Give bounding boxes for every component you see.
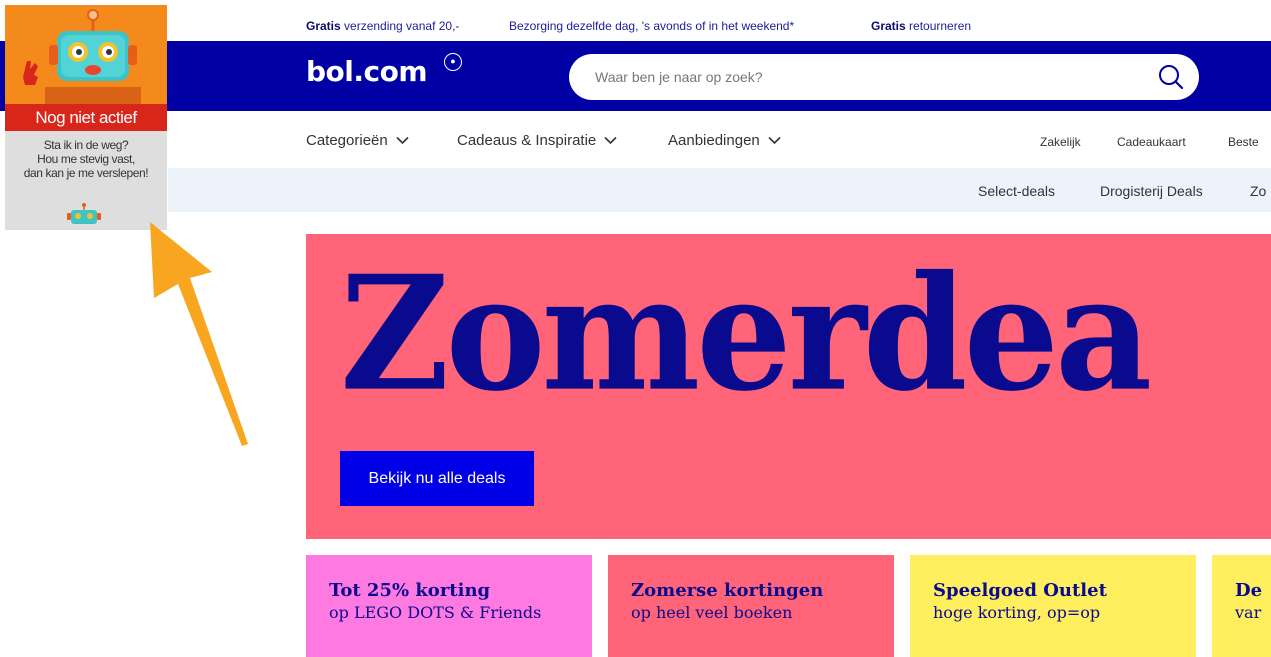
- nav-offers[interactable]: Aanbiedingen: [668, 132, 781, 149]
- chevron-down-icon: [768, 136, 781, 145]
- promo-tile-toys-outlet[interactable]: Speelgoed Outlet hoge korting, op=op: [910, 555, 1196, 657]
- usp-delivery[interactable]: Bezorging dezelfde dag, 's avonds of in …: [509, 19, 794, 33]
- site-header: bol.com ●: [0, 41, 1271, 111]
- subnav-select-deals[interactable]: Select-deals: [978, 183, 1055, 199]
- tile-subtitle: op LEGO DOTS & Friends: [329, 603, 542, 622]
- view-all-deals-button[interactable]: Bekijk nu alle deals: [340, 451, 534, 506]
- nav-gifts-inspiration[interactable]: Cadeaus & Inspiratie: [457, 132, 617, 149]
- hero-banner[interactable]: Zomerdea Bekijk nu alle deals: [306, 234, 1271, 539]
- widget-message: Sta ik in de weg? Hou me stevig vast, da…: [23, 138, 149, 180]
- logo-mark-icon: ●: [444, 53, 462, 71]
- search-icon[interactable]: [1157, 63, 1185, 91]
- deals-subnav: Select-deals Drogisterij Deals Zo: [168, 168, 1271, 212]
- bol-logo[interactable]: bol.com: [306, 55, 428, 88]
- nav-business[interactable]: Zakelijk: [1040, 135, 1081, 149]
- chevron-down-icon: [396, 136, 409, 145]
- usp-free-returns[interactable]: Gratis retourneren: [871, 19, 971, 33]
- subnav-drugstore-deals[interactable]: Drogisterij Deals: [1100, 183, 1203, 199]
- promo-tile-books[interactable]: Zomerse kortingen op heel veel boeken: [608, 555, 894, 657]
- tile-title: Zomerse kortingen: [631, 580, 824, 601]
- promo-tile-lego[interactable]: Tot 25% korting op LEGO DOTS & Friends: [306, 555, 592, 657]
- extension-widget[interactable]: Nog niet actief Sta ik in de weg? Hou me…: [5, 5, 167, 230]
- chevron-down-icon: [604, 136, 617, 145]
- widget-header: [5, 5, 167, 104]
- nav-categories[interactable]: Categorieën: [306, 132, 409, 149]
- tile-title: Tot 25% korting: [329, 580, 491, 601]
- robot-icon: [23, 9, 141, 104]
- search-input[interactable]: [595, 66, 1135, 88]
- usp-bar: Gratis verzending vanaf 20,- Bezorging d…: [0, 0, 1271, 41]
- tile-title: Speelgoed Outlet: [933, 580, 1107, 601]
- nav-giftcard[interactable]: Cadeaukaart: [1117, 135, 1186, 149]
- main-nav: Categorieën Cadeaus & Inspiratie Aanbied…: [0, 111, 1271, 168]
- robot-mini-icon[interactable]: [65, 203, 103, 225]
- hero-title: Zomerdea: [340, 241, 1152, 427]
- tile-subtitle: var: [1235, 603, 1262, 622]
- subnav-item-3[interactable]: Zo: [1250, 183, 1266, 199]
- search-bar: [569, 54, 1199, 100]
- usp-free-shipping[interactable]: Gratis verzending vanaf 20,-: [306, 19, 459, 33]
- tile-subtitle: hoge korting, op=op: [933, 603, 1101, 622]
- nav-bestsellers[interactable]: Beste: [1228, 135, 1259, 149]
- pointer-arrow-icon: [150, 222, 248, 446]
- widget-status: Nog niet actief: [5, 104, 167, 131]
- promo-tile-4[interactable]: De var: [1212, 555, 1271, 657]
- tile-subtitle: op heel veel boeken: [631, 603, 793, 622]
- tile-title: De: [1235, 580, 1263, 601]
